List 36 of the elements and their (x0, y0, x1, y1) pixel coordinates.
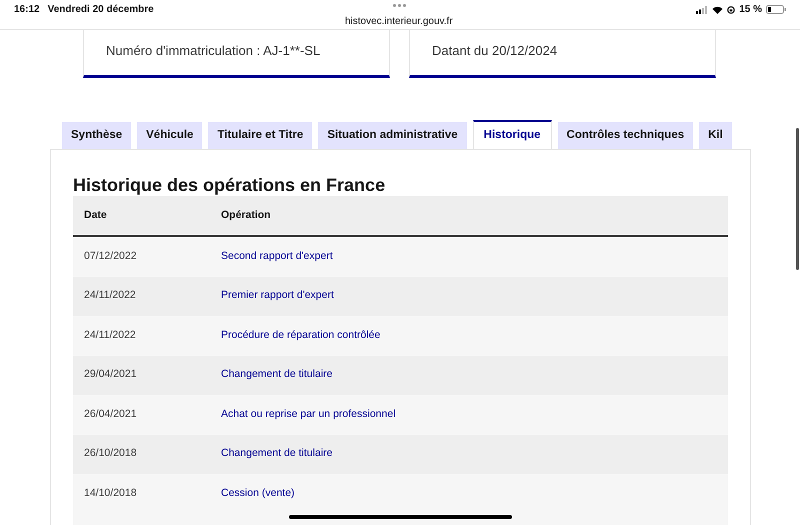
tab[interactable]: Titulaire et Titre (208, 122, 312, 149)
tab[interactable]: Kil (699, 122, 732, 149)
tab[interactable]: Historique (472, 120, 552, 149)
tab[interactable]: Véhicule (137, 122, 202, 149)
operation-link[interactable]: Second rapport d'expert (221, 248, 333, 265)
date-cell-text: 29/04/2021 (83, 367, 138, 382)
operation-link[interactable]: Premier rapport d'expert (221, 288, 334, 304)
date-cell-text: 07/12/2022 (83, 248, 138, 264)
battery-percent: 15 % (739, 3, 762, 17)
operation-link[interactable]: Cession (vente) (221, 486, 295, 502)
tab[interactable]: Situation administrative (318, 122, 467, 149)
status-time: 16:12 (14, 3, 40, 17)
lock-rotation-icon (727, 6, 736, 14)
operation-link[interactable]: Changement de titulaire (221, 367, 332, 384)
status-date: Vendredi 20 décembre (48, 3, 154, 17)
date-cell-text: 24/11/2022 (83, 328, 137, 343)
operation-link[interactable]: Achat ou reprise par un professionnel (221, 406, 396, 423)
column-header: Date (83, 208, 108, 223)
battery-icon (766, 5, 786, 14)
card-text: Datant du 20/12/2024 (432, 43, 558, 58)
date-cell-text: 24/11/2022 (83, 288, 137, 304)
wifi-icon (712, 6, 724, 14)
more-icon[interactable] (393, 4, 406, 7)
operation-link[interactable]: Changement de titulaire (221, 446, 332, 462)
tab[interactable]: Synthèse (62, 122, 132, 149)
scrollbar-icon (796, 128, 799, 270)
card-text: Numéro d'immatriculation : AJ-1**-SL (106, 43, 320, 58)
section-title: Historique des opérations en France (73, 174, 386, 196)
tab[interactable]: Contrôles techniques (558, 122, 694, 149)
column-header: Opération (221, 208, 271, 223)
operation-link[interactable]: Procédure de réparation contrôlée (221, 328, 380, 344)
address-url[interactable]: histovec.interieur.gouv.fr (345, 14, 453, 29)
date-cell-text: 14/10/2018 (83, 486, 138, 501)
signal-icon (696, 6, 708, 14)
date-cell-text: 26/10/2018 (83, 446, 138, 462)
date-cell-text: 26/04/2021 (83, 406, 138, 422)
